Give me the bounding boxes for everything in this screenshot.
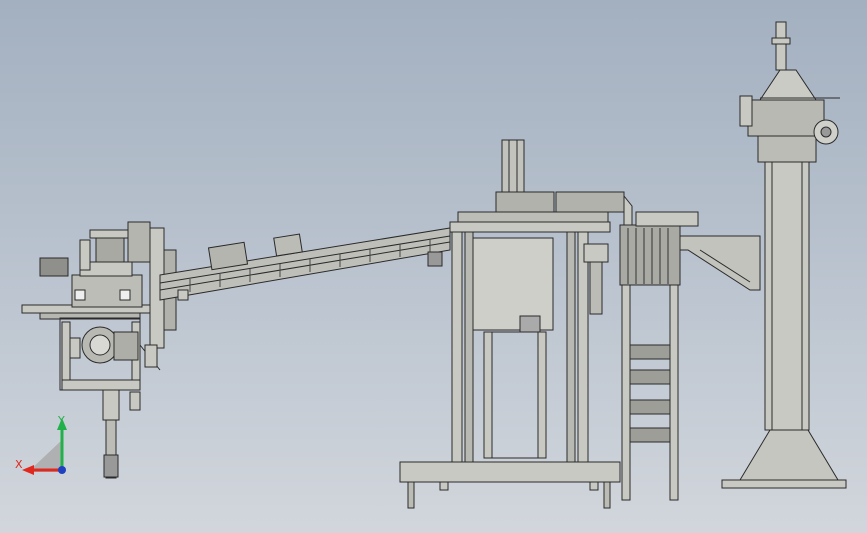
- cad-viewport[interactable]: Y X: [0, 0, 867, 533]
- x-axis-label: X: [15, 458, 23, 471]
- z-axis-dot: [58, 466, 66, 474]
- axis-triad: Y X: [15, 414, 67, 475]
- left-feeder-station: [21, 221, 177, 479]
- central-machine: [399, 139, 633, 509]
- inclined-conveyor: [159, 227, 451, 301]
- y-axis-label: Y: [57, 414, 65, 427]
- machine-assembly-drawing: Y X: [15, 21, 847, 509]
- stacked-magazine: [619, 211, 761, 501]
